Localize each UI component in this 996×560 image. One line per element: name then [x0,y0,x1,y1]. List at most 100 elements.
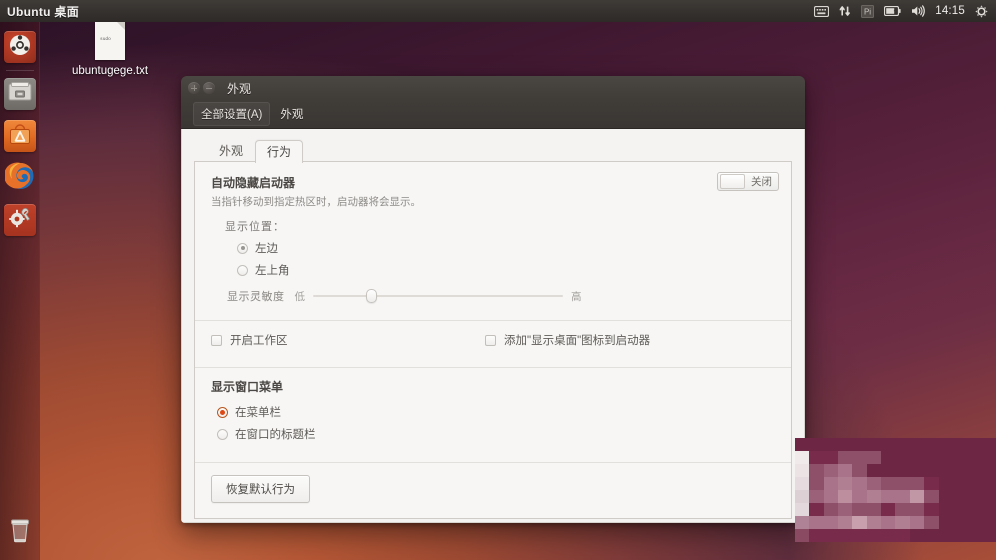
restore-defaults-button[interactable]: 恢复默认行为 [211,475,310,503]
clock[interactable]: 14:15 [935,5,965,17]
mosaic-cell [967,477,982,490]
mosaic-cell [823,464,839,477]
mosaic-cell [895,438,910,451]
mosaic-cell [881,477,896,490]
mosaic-cell [809,438,824,451]
launcher-item-dash-home[interactable] [0,26,40,68]
launcher-item-system-settings[interactable] [0,199,40,241]
mosaic-cell [823,503,839,516]
slider-track [313,295,563,297]
mosaic-cell [952,477,968,490]
mosaic-cell [795,451,810,464]
mosaic-cell [909,516,925,529]
appearance-settings-window: 外观 全部设置(A) 外观 外观 行为 自动隐藏启动器 当指针移动到指定热区时，… [181,76,805,523]
radio-menubar-label: 在菜单栏 [235,407,281,419]
window-toolbar: 全部设置(A) 外观 [181,100,805,127]
minimize-button[interactable] [203,82,215,94]
top-panel-title[interactable]: Ubuntu 桌面 [0,3,79,20]
radio-titlebar-label: 在窗口的标题栏 [235,429,316,441]
mosaic-cell [952,516,968,529]
mosaic-cell [981,477,996,490]
mosaic-cell [967,451,982,464]
window-titlebar[interactable]: 外观 全部设置(A) 外观 [181,76,805,129]
file-thumb-text: sudo [100,37,111,42]
mosaic-cell [952,529,968,542]
mosaic-cell [838,529,853,542]
mosaic-cell [952,503,968,516]
mosaic-cell [895,477,910,490]
radio-position-topleft[interactable]: 左上角 [225,262,775,278]
mosaic-cell [795,529,810,542]
sensitivity-slider[interactable] [313,289,563,303]
radio-indicator [237,264,248,276]
mosaic-cell [838,477,853,490]
svg-text:Pi: Pi [864,7,871,16]
mosaic-cell [952,451,968,464]
desktop-file-icon[interactable]: sudo ubuntugege.txt [66,22,154,77]
gear-icon[interactable] [975,4,988,18]
slider-knob[interactable] [365,289,377,303]
sensitivity-low-label: 低 [294,290,306,303]
volume-indicator-icon[interactable] [911,5,926,17]
radio-menubar[interactable]: 在菜单栏 [211,404,775,420]
checkbox-indicator [211,334,222,346]
mosaic-cell [866,438,882,451]
mosaic-cell [866,516,882,529]
checkbox-show-desktop[interactable]: 添加"显示桌面"图标到启动器 [485,332,650,348]
system-settings-icon [8,206,32,235]
mosaic-cell [924,438,939,451]
mosaic-cell [967,438,982,451]
mosaic-cell [881,438,896,451]
pixelated-watermark [795,438,996,542]
mosaic-cell [809,464,824,477]
mosaic-cell [981,490,996,503]
mosaic-cell [881,529,896,542]
launcher-item-software-center[interactable] [0,115,40,157]
launcher-item-files[interactable] [0,73,40,115]
mosaic-cell [967,529,982,542]
sensitivity-label: 显示灵敏度 [227,291,285,303]
mosaic-cell [809,490,824,503]
mosaic-cell [938,477,953,490]
mosaic-cell [881,516,896,529]
position-label: 显示位置： [225,221,285,233]
mosaic-cell [967,516,982,529]
mosaic-cell [866,477,882,490]
mosaic-cell [852,503,867,516]
mosaic-cell [852,490,867,503]
close-button[interactable] [188,82,200,94]
keyboard-indicator-icon[interactable] [814,5,830,17]
position-group: 显示位置： 左边 左上角 显示灵敏度 低 高 [211,218,775,304]
battery-indicator-icon[interactable] [884,6,901,16]
mosaic-cell [924,516,939,529]
window-body: 外观 行为 自动隐藏启动器 当指针移动到指定热区时，启动器将会显示。 关闭 显示… [181,129,805,523]
launcher-item-trash[interactable] [0,512,40,554]
checkbox-workspaces[interactable]: 开启工作区 [211,332,288,348]
mosaic-cell [823,516,839,529]
radio-position-left[interactable]: 左边 [225,240,775,256]
mosaic-cell [909,451,925,464]
ubuntu-logo-icon [9,34,31,61]
mosaic-cell [795,490,810,503]
radio-titlebar[interactable]: 在窗口的标题栏 [211,426,775,442]
network-indicator-icon[interactable] [839,5,851,17]
autohide-toggle[interactable]: 关闭 [717,172,779,191]
radio-indicator [217,428,228,440]
mosaic-cell [795,503,810,516]
launcher-item-firefox[interactable] [0,157,40,199]
all-settings-button[interactable]: 全部设置(A) [193,101,271,126]
mosaic-cell [852,516,867,529]
tab-appearance[interactable]: 外观 [207,139,255,162]
mosaic-cell [823,477,839,490]
mosaic-cell [866,490,882,503]
tab-behavior[interactable]: 行为 [255,140,304,163]
mosaic-cell [938,503,953,516]
restore-button-row: 恢复默认行为 [195,463,791,515]
firefox-icon [3,160,36,196]
mosaic-cell [909,477,925,490]
mosaic-cell [895,503,910,516]
sensitivity-row: 显示灵敏度 低 高 [225,288,775,304]
input-method-indicator[interactable]: Pi [861,4,875,18]
mosaic-cell [952,438,968,451]
mosaic-cell [895,529,910,542]
